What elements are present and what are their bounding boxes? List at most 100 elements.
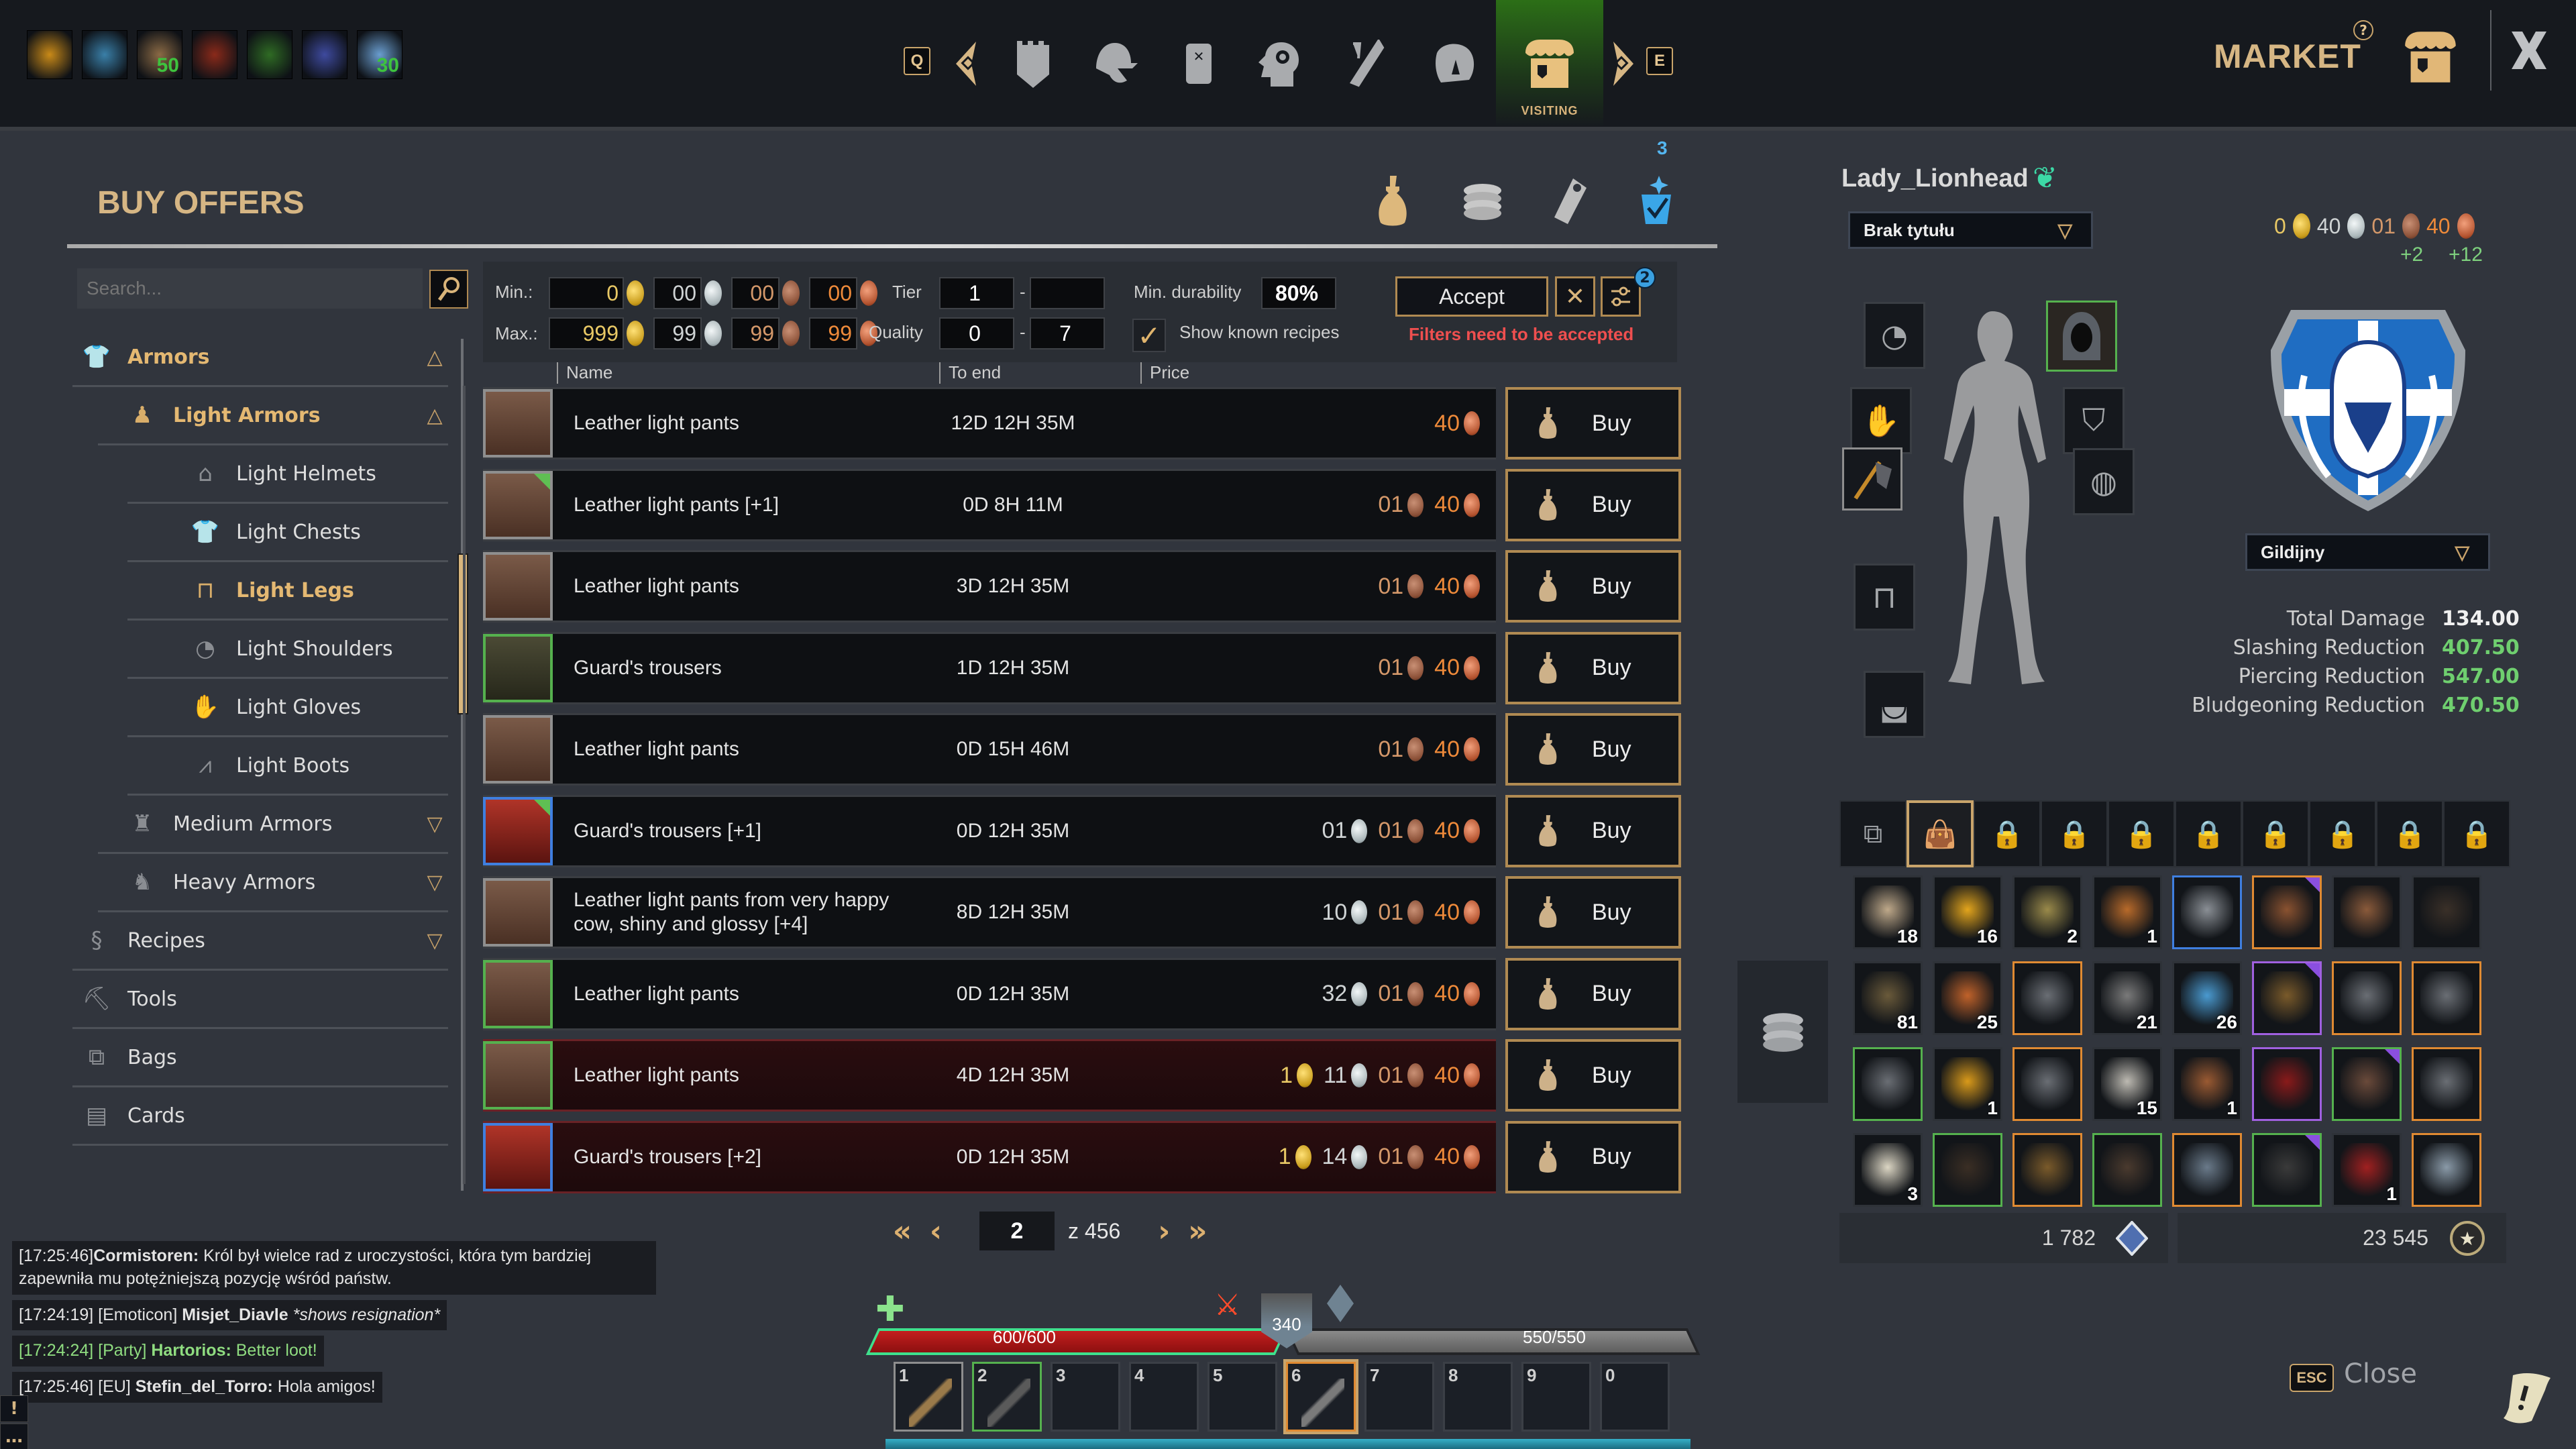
category-item[interactable]: ⌂ Light Helmets bbox=[127, 445, 448, 504]
lock-icon[interactable]: 🔒 bbox=[2175, 800, 2242, 867]
next-tab-key[interactable]: E bbox=[1646, 47, 1673, 75]
quality-min-input[interactable]: 0 bbox=[939, 317, 1014, 350]
chevron-up-icon[interactable]: △ bbox=[421, 345, 448, 369]
inventory-slot[interactable] bbox=[2252, 1133, 2322, 1207]
inventory-slot[interactable]: 81 bbox=[1853, 961, 1923, 1035]
hotbar-slot[interactable]: 9 bbox=[1521, 1362, 1591, 1432]
inventory-slot[interactable] bbox=[2172, 1133, 2242, 1207]
scroll-quest-icon[interactable]: ✕ bbox=[1172, 37, 1226, 91]
nav-next-arrow-icon[interactable] bbox=[1597, 37, 1650, 91]
chat-user[interactable]: Cormistoren: bbox=[93, 1246, 199, 1265]
prev-tab-key[interactable]: Q bbox=[904, 47, 930, 75]
close-button[interactable]: Close bbox=[2344, 1358, 2417, 1389]
recipe-scroll-tab-icon[interactable] bbox=[1630, 171, 1684, 231]
max-silver-input[interactable]: 99 bbox=[653, 317, 702, 350]
hotbar-slot[interactable]: 6 bbox=[1286, 1362, 1356, 1432]
close-window-button[interactable] bbox=[2509, 30, 2549, 70]
lock-icon[interactable]: 🔒 bbox=[2376, 800, 2443, 867]
guild-crest-icon[interactable] bbox=[2264, 302, 2472, 517]
inventory-slot[interactable]: 21 bbox=[2092, 961, 2162, 1035]
off-hand-slot[interactable]: ◍ bbox=[2073, 448, 2135, 515]
shoulders-slot[interactable]: ◔ bbox=[1864, 302, 1925, 369]
nav-prev-arrow-icon[interactable] bbox=[939, 37, 993, 91]
skills-head-gear-icon[interactable] bbox=[1251, 37, 1305, 91]
hotbar-slot[interactable]: 0 bbox=[1600, 1362, 1670, 1432]
chat-user[interactable]: Stefin_del_Torro: bbox=[131, 1377, 273, 1396]
offer-row[interactable]: Leather light pants 0D 12H 35M 32 01 40 bbox=[483, 957, 1496, 1030]
gloves-slot[interactable]: ✋ bbox=[1850, 387, 1912, 454]
offer-row[interactable]: Leather light pants [+1] 0D 8H 11M 01 40 bbox=[483, 468, 1496, 541]
buy-button[interactable]: Buy bbox=[1505, 957, 1681, 1030]
accept-filters-button[interactable]: Accept bbox=[1395, 276, 1548, 317]
offer-row[interactable]: Leather light pants 0D 15H 46M 01 40 bbox=[483, 713, 1496, 786]
hotbar-slot[interactable]: 2 bbox=[972, 1362, 1042, 1432]
dove-buff-icon[interactable] bbox=[302, 30, 347, 79]
map-buff-icon[interactable]: 30 bbox=[357, 30, 402, 79]
inventory-slot[interactable] bbox=[2252, 961, 2322, 1035]
chevron-down-icon[interactable]: ▽ bbox=[421, 929, 448, 953]
buy-button[interactable]: Buy bbox=[1505, 468, 1681, 541]
offer-row[interactable]: Leather light pants 3D 12H 35M 01 40 bbox=[483, 550, 1496, 623]
helmet-icon[interactable] bbox=[1088, 37, 1142, 91]
inventory-slot[interactable]: 25 bbox=[1933, 961, 2002, 1035]
category-item[interactable]: ✋ Light Gloves bbox=[127, 679, 448, 737]
chat-user[interactable]: Misjet_Diavle bbox=[177, 1305, 288, 1324]
price-tag-tab-icon[interactable] bbox=[1543, 171, 1597, 231]
inventory-slot[interactable]: 2 bbox=[2012, 875, 2082, 949]
coin-stack-tab-icon[interactable] bbox=[1456, 171, 1509, 231]
inventory-slot[interactable]: 1 bbox=[2092, 875, 2162, 949]
chevron-up-icon[interactable]: △ bbox=[421, 404, 448, 427]
category-item[interactable]: ♜ Medium Armors ▽ bbox=[98, 796, 448, 854]
buy-button[interactable]: Buy bbox=[1505, 550, 1681, 623]
min-copper-input[interactable]: 00 bbox=[731, 277, 780, 309]
world-map-icon[interactable] bbox=[1429, 37, 1483, 91]
offer-row[interactable]: Leather light pants 4D 12H 35M 1 11 01 40 bbox=[483, 1039, 1496, 1112]
inventory-slot[interactable] bbox=[2012, 961, 2082, 1035]
category-item[interactable]: ♞ Heavy Armors ▽ bbox=[98, 854, 448, 912]
buy-button[interactable]: Buy bbox=[1505, 631, 1681, 704]
hotbar-slot[interactable]: 4 bbox=[1129, 1362, 1199, 1432]
hotbar-slot[interactable]: 7 bbox=[1364, 1362, 1434, 1432]
inventory-slot[interactable]: 3 bbox=[1853, 1133, 1923, 1207]
column-header-to-end[interactable]: To end bbox=[939, 362, 1001, 384]
inventory-slot[interactable] bbox=[2412, 1133, 2481, 1207]
inventory-slot[interactable] bbox=[2332, 1047, 2402, 1121]
inventory-slot[interactable]: 26 bbox=[2172, 961, 2242, 1035]
inventory-slot[interactable] bbox=[2332, 961, 2402, 1035]
lock-icon[interactable]: 🔒 bbox=[1974, 800, 2041, 867]
guild-dropdown[interactable]: Gildijny ▽ bbox=[2245, 533, 2490, 571]
leather-bag-icon[interactable]: 👜 bbox=[1907, 800, 1974, 867]
category-item[interactable]: ⛏ Tools bbox=[72, 971, 448, 1029]
ice-warrior-buff-icon[interactable] bbox=[82, 30, 127, 79]
search-button[interactable] bbox=[429, 270, 468, 309]
category-item[interactable]: ⧉ Bags bbox=[72, 1029, 448, 1087]
buy-button[interactable]: Buy bbox=[1505, 876, 1681, 949]
help-icon[interactable]: ? bbox=[2353, 20, 2373, 40]
buy-button[interactable]: Buy bbox=[1505, 794, 1681, 867]
hotbar-slot[interactable]: 3 bbox=[1051, 1362, 1120, 1432]
lock-icon[interactable]: 🔒 bbox=[2041, 800, 2108, 867]
max-bronze-input[interactable]: 99 bbox=[809, 317, 857, 350]
max-copper-input[interactable]: 99 bbox=[731, 317, 780, 350]
hotbar-slot[interactable]: 1 bbox=[894, 1362, 963, 1432]
min-durability-input[interactable]: 80% bbox=[1261, 277, 1336, 309]
guild-banner-icon[interactable] bbox=[1006, 37, 1060, 91]
column-header-name[interactable]: Name bbox=[557, 362, 612, 384]
offer-row[interactable]: Guard's trousers [+1] 0D 12H 35M 01 01 40 bbox=[483, 794, 1496, 867]
tier-max-input[interactable] bbox=[1030, 277, 1105, 309]
min-silver-input[interactable]: 00 bbox=[653, 277, 702, 309]
gold-lily-buff-icon[interactable] bbox=[27, 30, 72, 79]
inventory-slot[interactable]: 15 bbox=[2092, 1047, 2162, 1121]
hotbar-slot[interactable]: 5 bbox=[1208, 1362, 1277, 1432]
show-known-recipes-checkbox[interactable]: ✓ bbox=[1132, 319, 1166, 352]
category-item[interactable]: ♟ Light Armors △ bbox=[98, 387, 448, 445]
inventory-slot[interactable] bbox=[1853, 1047, 1923, 1121]
chevron-down-icon[interactable]: ▽ bbox=[421, 812, 448, 836]
chat-bubble-icon[interactable]: … bbox=[0, 1424, 28, 1449]
inventory-slot[interactable] bbox=[1933, 1133, 2002, 1207]
inventory-slot[interactable] bbox=[2332, 875, 2402, 949]
main-hand-slot[interactable] bbox=[1842, 447, 1902, 511]
column-header-price[interactable]: Price bbox=[1140, 362, 1189, 384]
inventory-slot[interactable] bbox=[2252, 875, 2322, 949]
inventory-slot[interactable] bbox=[2092, 1133, 2162, 1207]
